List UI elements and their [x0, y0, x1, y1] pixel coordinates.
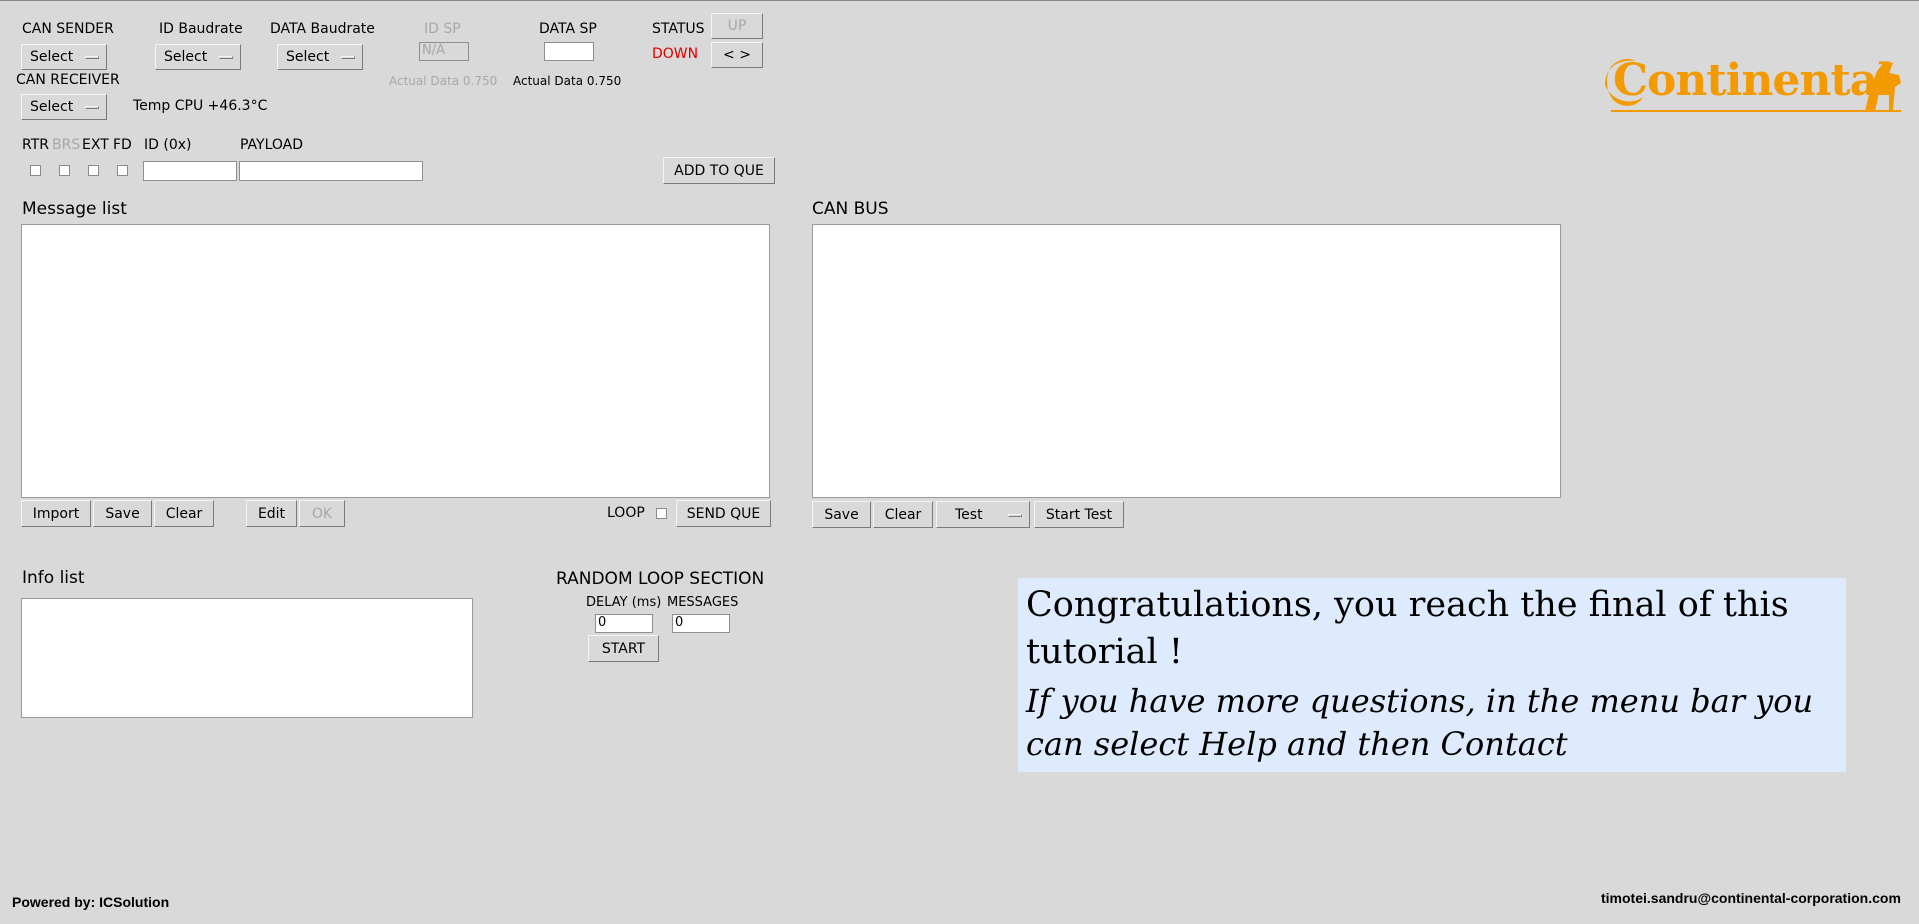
- dropdown-indicator-icon: [85, 106, 99, 109]
- nav-arrows-button[interactable]: < >: [711, 42, 763, 68]
- can-receiver-select[interactable]: Select: [21, 94, 107, 120]
- messages-label: MESSAGES: [667, 595, 739, 610]
- data-baudrate-select[interactable]: Select: [277, 44, 363, 70]
- contact-email: timotei.sandru@continental-corporation.c…: [1601, 890, 1901, 906]
- message-save-button[interactable]: Save: [93, 500, 152, 527]
- info-list-box[interactable]: [21, 598, 473, 718]
- ext-label: EXT: [82, 137, 109, 153]
- dropdown-indicator-icon: [1008, 513, 1022, 517]
- can-bus-title: CAN BUS: [812, 199, 889, 219]
- id-baudrate-label: ID Baudrate: [159, 21, 243, 37]
- dropdown-indicator-icon: [219, 56, 233, 59]
- message-list-title: Message list: [22, 199, 127, 219]
- id-sp-actual: Actual Data 0.750: [389, 74, 498, 88]
- data-baudrate-value: Select: [286, 49, 330, 65]
- rtr-label: RTR: [22, 137, 49, 153]
- loop-checkbox[interactable]: [656, 508, 667, 519]
- rtr-checkbox[interactable]: [30, 165, 41, 176]
- test-select-value: Test: [955, 506, 983, 523]
- id-hex-label: ID (0x): [144, 137, 192, 153]
- id-input[interactable]: [143, 161, 237, 181]
- can-sender-label: CAN SENDER: [22, 21, 114, 37]
- can-bus-clear-button[interactable]: Clear: [873, 501, 933, 528]
- payload-label: PAYLOAD: [240, 137, 304, 153]
- edit-button[interactable]: Edit: [246, 500, 297, 527]
- tutorial-note: Congratulations, you reach the final of …: [1018, 578, 1846, 772]
- payload-input[interactable]: [239, 161, 423, 181]
- data-sp-actual: Actual Data 0.750: [513, 74, 622, 88]
- data-sp-input[interactable]: [544, 42, 594, 61]
- data-sp-label: DATA SP: [539, 21, 597, 37]
- fd-checkbox[interactable]: [117, 165, 128, 176]
- brs-checkbox[interactable]: [59, 165, 70, 176]
- ext-checkbox[interactable]: [88, 165, 99, 176]
- import-button[interactable]: Import: [21, 500, 91, 527]
- brs-label: BRS: [52, 137, 81, 153]
- status-label: STATUS: [652, 21, 705, 37]
- delay-label: DELAY (ms): [586, 595, 662, 610]
- test-select[interactable]: Test: [936, 501, 1030, 528]
- id-sp-input[interactable]: N/A: [419, 42, 469, 61]
- send-que-button[interactable]: SEND QUE: [676, 500, 771, 527]
- up-button[interactable]: UP: [711, 13, 763, 39]
- can-receiver-label: CAN RECEIVER: [16, 72, 120, 88]
- id-baudrate-value: Select: [164, 49, 208, 65]
- start-button[interactable]: START: [588, 635, 659, 662]
- id-baudrate-select[interactable]: Select: [155, 44, 241, 70]
- can-sender-select[interactable]: Select: [21, 44, 107, 70]
- powered-by: Powered by: ICSolution: [12, 894, 170, 910]
- info-list-title: Info list: [22, 568, 85, 588]
- add-to-que-button[interactable]: ADD TO QUE: [663, 157, 775, 184]
- messages-input[interactable]: 0: [672, 614, 730, 633]
- can-bus-box[interactable]: [812, 224, 1561, 498]
- dropdown-indicator-icon: [85, 56, 99, 59]
- data-baudrate-label: DATA Baudrate: [270, 21, 375, 37]
- status-value: DOWN: [652, 46, 699, 62]
- dropdown-indicator-icon: [341, 56, 355, 59]
- id-sp-label: ID SP: [424, 21, 461, 37]
- loop-label: LOOP: [607, 505, 645, 521]
- random-loop-title: RANDOM LOOP SECTION: [556, 569, 765, 589]
- start-test-button[interactable]: Start Test: [1034, 501, 1124, 528]
- tutorial-note-line1: Congratulations, you reach the final of …: [1026, 585, 1789, 672]
- tutorial-note-line2: If you have more questions, in the menu …: [1026, 682, 1814, 763]
- can-receiver-value: Select: [30, 99, 74, 115]
- fd-label: FD: [113, 137, 132, 153]
- message-list-box[interactable]: [21, 224, 770, 498]
- delay-input[interactable]: 0: [595, 614, 653, 633]
- logo-text: Continental: [1613, 55, 1894, 106]
- can-sender-value: Select: [30, 49, 74, 65]
- temp-cpu: Temp CPU +46.3°C: [133, 98, 268, 114]
- continental-logo: Continental: [1603, 53, 1903, 113]
- can-bus-save-button[interactable]: Save: [812, 501, 871, 528]
- ok-button[interactable]: OK: [299, 500, 345, 527]
- message-clear-button[interactable]: Clear: [154, 500, 214, 527]
